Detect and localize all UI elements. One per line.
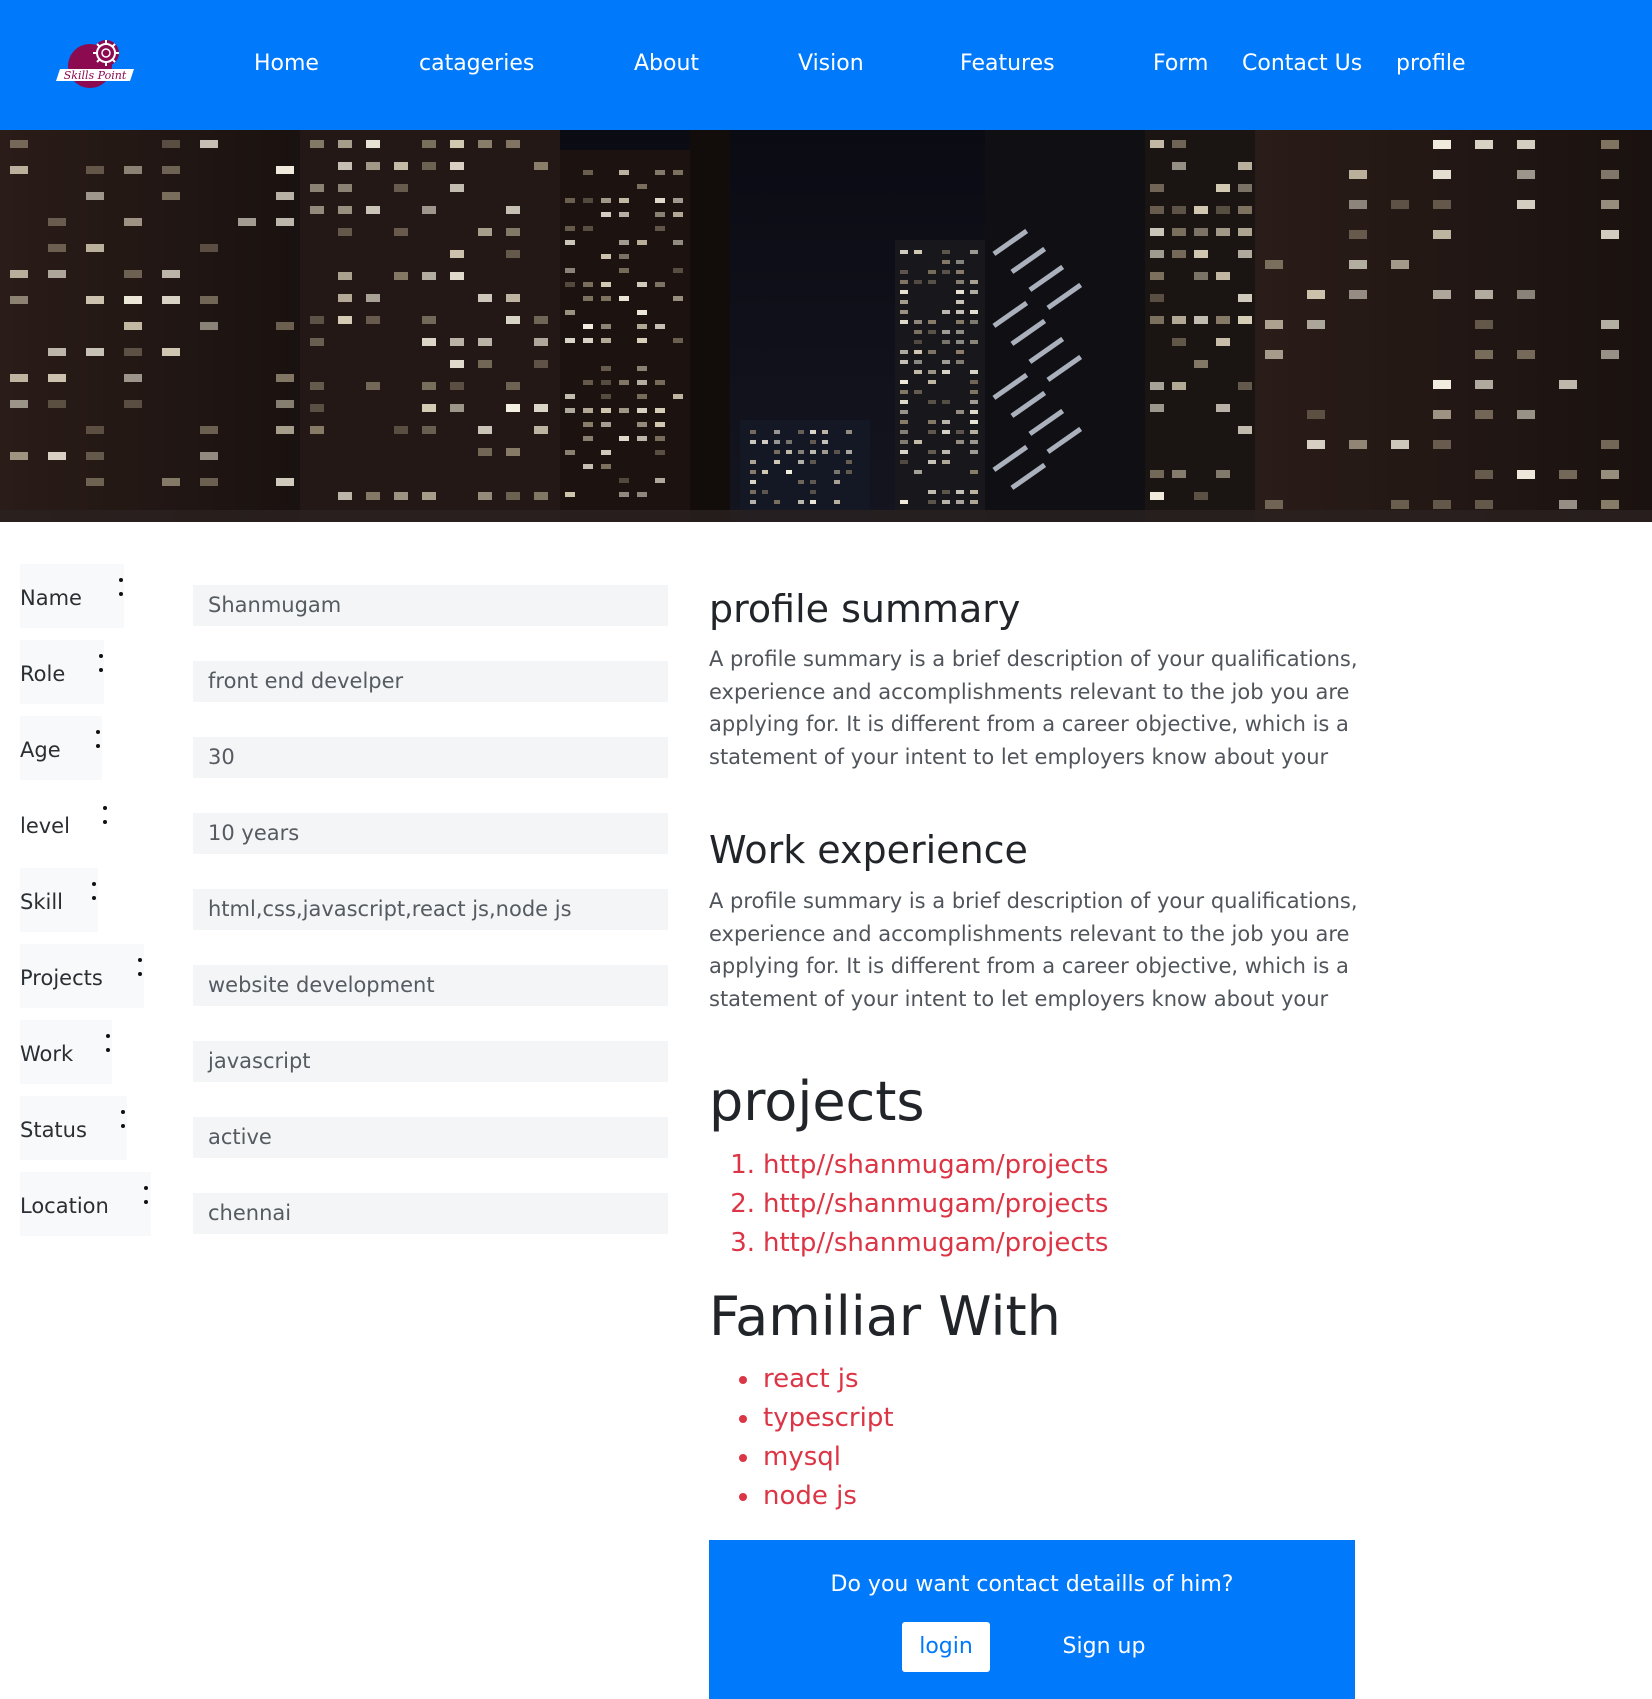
colon xyxy=(103,806,109,834)
label-role: Role xyxy=(20,640,104,704)
label-projects: Projects xyxy=(20,944,144,1008)
nav-categories[interactable]: catageries xyxy=(419,50,534,78)
skill-field[interactable]: html,css,javascript,react js,node js xyxy=(193,889,668,930)
label-text: Age xyxy=(20,738,61,762)
bullet-icon xyxy=(739,1376,747,1384)
logo-text: Skills Point xyxy=(64,69,127,82)
bullet-icon xyxy=(739,1493,747,1501)
label-text: Status xyxy=(20,1118,87,1142)
skill-item: mysql xyxy=(763,1442,841,1472)
nav-home[interactable]: Home xyxy=(254,50,319,78)
status-field[interactable]: active xyxy=(193,1117,668,1158)
nav-vision[interactable]: Vision xyxy=(798,50,864,78)
colon xyxy=(121,1110,127,1138)
colon xyxy=(99,654,105,682)
bullet-icon xyxy=(739,1454,747,1462)
location-field[interactable]: chennai xyxy=(193,1193,668,1234)
list-number: 3. xyxy=(730,1228,755,1258)
familiar-with-heading: Familiar With xyxy=(709,1285,1061,1348)
profile-summary-text: A profile summary is a brief description… xyxy=(709,647,1358,769)
name-field[interactable]: Shanmugam xyxy=(193,585,668,626)
work-field[interactable]: javascript xyxy=(193,1041,668,1082)
list-number: 2. xyxy=(730,1189,755,1219)
label-text: level xyxy=(20,814,70,838)
work-experience-text: A profile summary is a brief description… xyxy=(709,889,1358,1011)
colon xyxy=(106,1034,112,1062)
label-text: Location xyxy=(20,1194,109,1218)
signup-button[interactable]: Sign up xyxy=(1049,1622,1159,1672)
label-text: Work xyxy=(20,1042,74,1066)
contact-box: Do you want contact detaills of him? log… xyxy=(709,1540,1355,1699)
label-text: Projects xyxy=(20,966,103,990)
label-text: Name xyxy=(20,586,82,610)
role-field[interactable]: front end develper xyxy=(193,661,668,702)
label-work: Work xyxy=(20,1020,112,1084)
label-skill: Skill xyxy=(20,868,98,932)
nav-features[interactable]: Features xyxy=(960,50,1055,78)
nav-contact-us[interactable]: Contact Us xyxy=(1242,50,1362,78)
colon xyxy=(92,882,98,910)
label-text: Skill xyxy=(20,890,63,914)
profile-summary-heading: profile summary xyxy=(709,587,1021,631)
hero-city-image xyxy=(0,130,1652,522)
skill-item: node js xyxy=(763,1481,857,1511)
nav-profile[interactable]: profile xyxy=(1396,50,1466,78)
projects-heading: projects xyxy=(709,1070,925,1133)
skill-item: typescript xyxy=(763,1403,894,1433)
colon xyxy=(96,730,102,758)
label-age: Age xyxy=(20,716,102,780)
label-level: level xyxy=(20,792,108,856)
project-link[interactable]: http//shanmugam/projects xyxy=(763,1224,1108,1263)
label-location: Location xyxy=(20,1172,151,1236)
colon xyxy=(119,578,125,606)
navbar: Skills Point Home catageries About Visio… xyxy=(0,0,1652,130)
project-link[interactable]: http//shanmugam/projects xyxy=(763,1146,1108,1185)
login-button[interactable]: login xyxy=(902,1622,990,1672)
list-number: 1. xyxy=(730,1150,755,1180)
project-link[interactable]: http//shanmugam/projects xyxy=(763,1185,1108,1224)
projects-field[interactable]: website development xyxy=(193,965,668,1006)
skills-point-logo[interactable]: Skills Point xyxy=(56,34,138,94)
nav-form[interactable]: Form xyxy=(1153,50,1208,78)
colon xyxy=(144,1186,150,1214)
work-experience-heading: Work experience xyxy=(709,828,1028,872)
label-status: Status xyxy=(20,1096,127,1160)
level-field[interactable]: 10 years xyxy=(193,813,668,854)
skill-item: react js xyxy=(763,1364,859,1394)
age-field[interactable]: 30 xyxy=(193,737,668,778)
label-name: Name xyxy=(20,564,124,628)
nav-about[interactable]: About xyxy=(634,50,699,78)
bullet-icon xyxy=(739,1415,747,1423)
label-text: Role xyxy=(20,662,66,686)
contact-question: Do you want contact detaills of him? xyxy=(830,1572,1234,1597)
colon xyxy=(138,958,144,986)
